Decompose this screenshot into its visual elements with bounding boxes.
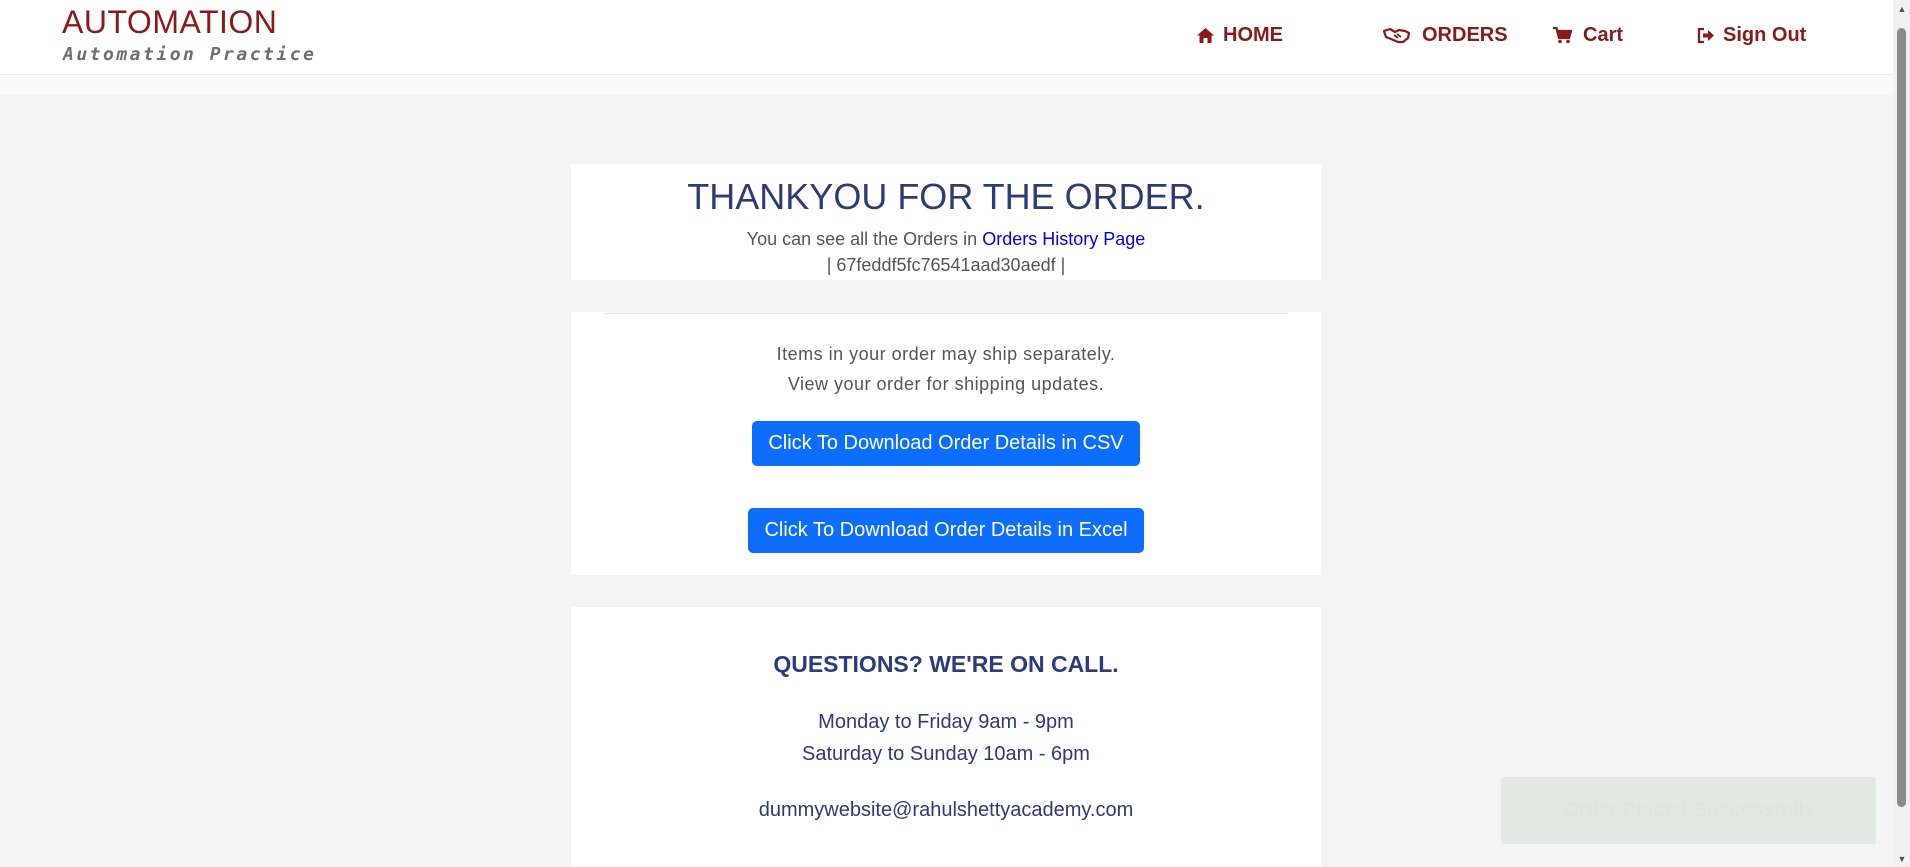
orders-history-prefix: You can see all the Orders in (746, 229, 978, 249)
toast-message: Order Placed Successfully (1563, 799, 1816, 821)
scroll-thumb[interactable] (1897, 28, 1906, 807)
scroll-up-arrow-icon[interactable]: ▲ (1894, 0, 1910, 17)
nav-orders-label: ORDERS (1422, 23, 1508, 46)
home-icon (1196, 27, 1215, 44)
brand-title: AUTOMATION (62, 4, 278, 40)
sign-out-icon (1697, 27, 1715, 44)
orders-history-line: You can see all the Orders in Orders His… (571, 229, 1321, 250)
weekday-hours: Monday to Friday 9am - 9pm (818, 711, 1074, 733)
order-id: | 67feddf5fc76541aad30aedf | (826, 255, 1066, 275)
nav-orders-button[interactable]: ORDERS (1383, 20, 1508, 50)
nav-cart-button[interactable]: Cart (1553, 20, 1623, 50)
handshake-icon (1383, 27, 1410, 44)
thank-you-heading: THANKYOU FOR THE ORDER. (687, 176, 1205, 217)
weekend-hours: Saturday to Sunday 10am - 6pm (802, 743, 1090, 765)
questions-heading: QUESTIONS? WE'RE ON CALL. (773, 651, 1119, 677)
page-scrollbar[interactable]: ▲ ▼ (1894, 0, 1910, 867)
top-navbar: AUTOMATION Automation Practice HOME ORDE… (0, 0, 1893, 75)
shipping-note-line2: View your order for shipping updates. (787, 374, 1105, 394)
shipping-info-card: Items in your order may ship separately.… (571, 312, 1321, 575)
order-confirmation-card: THANKYOU FOR THE ORDER. You can see all … (571, 164, 1321, 280)
order-success-toast[interactable]: Order Placed Successfully (1501, 777, 1876, 844)
nav-home-label: HOME (1223, 23, 1283, 46)
contact-email: dummywebsite@rahulshettyacademy.com (758, 799, 1134, 821)
nav-cart-label: Cart (1583, 23, 1624, 46)
header-sub-strip (0, 75, 1893, 95)
nav-sign-out-button[interactable]: Sign Out (1697, 20, 1806, 50)
orders-history-link[interactable]: Orders History Page (982, 229, 1145, 249)
check-icon (1518, 797, 1548, 826)
nav-sign-out-label: Sign Out (1723, 23, 1807, 46)
download-excel-button[interactable]: Click To Download Order Details in Excel (748, 508, 1144, 553)
nav-home-button[interactable]: HOME (1196, 20, 1283, 50)
card-divider (604, 313, 1288, 314)
cart-icon (1553, 26, 1572, 44)
download-csv-button[interactable]: Click To Download Order Details in CSV (752, 421, 1140, 466)
brand-subtitle: Automation Practice (63, 44, 317, 65)
scroll-down-arrow-icon[interactable]: ▼ (1894, 850, 1910, 867)
shipping-note-line1: Items in your order may ship separately. (776, 344, 1116, 364)
contact-card: QUESTIONS? WE'RE ON CALL. Monday to Frid… (571, 607, 1321, 867)
